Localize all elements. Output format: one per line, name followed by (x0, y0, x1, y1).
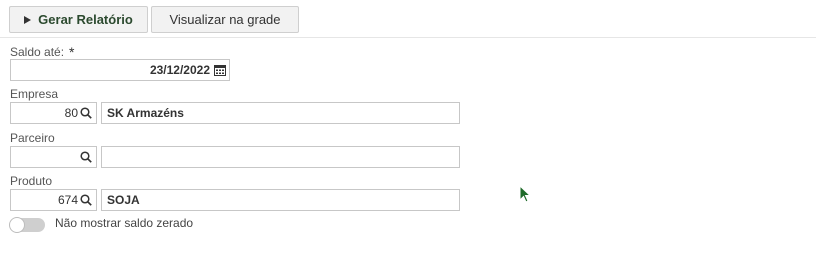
saldo-label-row: Saldo até: * (10, 43, 75, 60)
produto-code-value: 674 (57, 193, 78, 207)
hide-zero-balance-toggle[interactable] (9, 217, 45, 233)
parceiro-code-field[interactable] (10, 146, 97, 168)
empresa-description-field[interactable]: SK Armazéns (101, 102, 460, 124)
mouse-cursor-icon (519, 185, 531, 203)
toolbar: Gerar Relatório Visualizar na grade (0, 0, 816, 38)
search-icon[interactable] (80, 151, 92, 163)
view-grid-button[interactable]: Visualizar na grade (151, 6, 299, 33)
generate-report-button[interactable]: Gerar Relatório (9, 6, 148, 33)
empresa-code-field[interactable]: 80 (10, 102, 97, 124)
produto-code-field[interactable]: 674 (10, 189, 97, 211)
view-grid-label: Visualizar na grade (169, 12, 281, 27)
generate-report-label: Gerar Relatório (38, 12, 133, 27)
required-mark: * (69, 44, 75, 60)
empresa-description-value: SK Armazéns (107, 106, 184, 120)
calendar-icon[interactable] (214, 64, 226, 76)
saldo-date-value: 23/12/2022 (149, 63, 210, 77)
search-icon[interactable] (80, 194, 92, 206)
play-icon (24, 15, 32, 24)
produto-label: Produto (10, 174, 53, 188)
search-icon[interactable] (80, 107, 92, 119)
parceiro-label: Parceiro (10, 131, 55, 145)
empresa-code-value: 80 (64, 106, 78, 120)
toggle-knob (9, 217, 25, 233)
empresa-label: Empresa (10, 87, 59, 101)
produto-description-field[interactable]: SOJA (101, 189, 460, 211)
parceiro-description-field[interactable] (101, 146, 460, 168)
hide-zero-balance-label: Não mostrar saldo zerado (55, 216, 194, 230)
saldo-label: Saldo até: (10, 45, 65, 59)
produto-description-value: SOJA (107, 193, 140, 207)
saldo-date-field[interactable]: 23/12/2022 (10, 59, 230, 81)
